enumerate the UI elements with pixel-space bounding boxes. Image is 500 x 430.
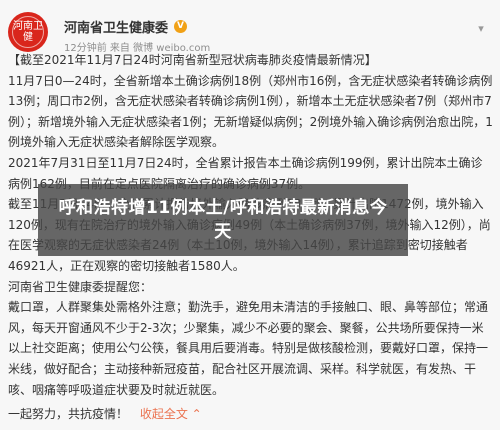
post-footer: 一起努力，共抗疫情！ 收起全文 ⌃	[8, 404, 202, 424]
author-row: 河南省卫生健康委 V	[64, 17, 188, 36]
paragraph-reminder: 戴口罩，人群聚集处需格外注意；勤洗手，避免用未清洁的手接触口、眼、鼻等部位；常通…	[8, 300, 489, 397]
headline-overlay: 呼和浩特增11例本土/呼和浩特最新消息今天	[38, 184, 408, 256]
post-header: 河南卫健 河南省卫生健康委 V 12分钟前 来自 微博 weibo.com ▾	[8, 8, 492, 56]
paragraph-new-cases: 11月7日0—24时，全省新增本土确诊病例18例（郑州市16例，含无症状感染者转…	[8, 73, 493, 150]
paragraph-title: 【截至2021年11月7日24时河南省新型冠状病毒肺炎疫情最新情况】	[8, 53, 377, 67]
chevron-down-icon[interactable]: ▾	[474, 22, 488, 36]
avatar-text: 河南卫健	[13, 21, 43, 43]
author-name[interactable]: 河南省卫生健康委	[64, 17, 168, 36]
collapse-link[interactable]: 收起全文 ⌃	[140, 407, 202, 421]
seal-icon: 河南卫健	[12, 16, 44, 48]
overlay-title: 呼和浩特增11例本土/呼和浩特最新消息今天	[58, 198, 388, 242]
paragraph-reminder-title: 河南省卫生健康委提醒您：	[8, 279, 153, 294]
footer-slogan: 一起努力，共抗疫情！	[8, 407, 129, 421]
weibo-post-card: 河南卫健 河南省卫生健康委 V 12分钟前 来自 微博 weibo.com ▾ …	[0, 0, 500, 430]
avatar[interactable]: 河南卫健	[8, 12, 48, 52]
verified-icon: V	[174, 19, 188, 33]
